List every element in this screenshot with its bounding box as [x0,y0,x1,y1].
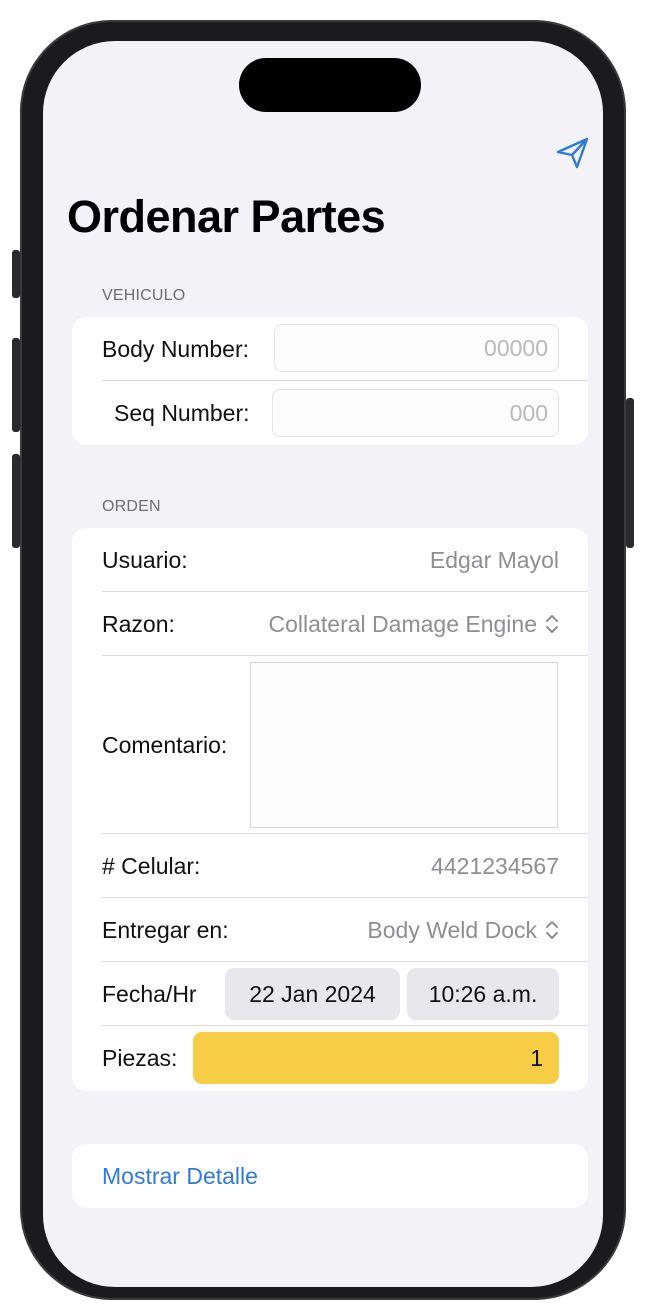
chevron-up-down-icon [546,615,558,633]
razon-picker[interactable]: Collateral Damage Engine [269,611,560,638]
vehiculo-card: Body Number: 00000 Seq Number: 000 [72,317,588,445]
body-number-row: Body Number: 00000 [72,317,588,381]
mostrar-detalle-button[interactable]: Mostrar Detalle [72,1144,588,1208]
body-number-placeholder: 00000 [484,334,548,361]
celular-value[interactable]: 4421234567 [431,853,559,880]
send-button[interactable] [552,133,594,173]
page-title: Ordenar Partes [67,191,386,242]
dynamic-island [239,58,421,112]
section-header-orden: ORDEN [102,498,161,515]
usuario-label: Usuario: [102,546,188,573]
usuario-value: Edgar Mayol [429,546,559,573]
piezas-value: 1 [530,1044,543,1071]
mostrar-detalle-label: Mostrar Detalle [102,1162,258,1189]
piezas-label: Piezas: [102,1044,178,1071]
comentario-textarea[interactable] [250,662,558,828]
seq-number-row: Seq Number: 000 [72,381,588,445]
comentario-row: Comentario: [72,656,588,834]
volume-down-button [12,454,20,548]
comentario-label: Comentario: [102,731,228,758]
entregar-row[interactable]: Entregar en: Body Weld Dock [72,898,588,962]
fecha-label: Fecha/Hr [102,980,197,1007]
razon-value: Collateral Damage Engine [268,610,538,637]
entregar-picker[interactable]: Body Weld Dock [367,917,559,944]
screen: Ordenar Partes VEHICULO Body Number: 000… [43,41,603,1287]
time-value: 10:26 a.m. [428,980,538,1007]
entregar-label: Entregar en: [102,916,229,943]
paperplane-icon [556,137,589,169]
action-button [12,250,20,298]
orden-card: Usuario: Edgar Mayol Razon: Collateral D… [72,528,588,1091]
date-value: 22 Jan 2024 [249,980,376,1007]
chevron-up-down-icon [546,921,558,939]
mostrar-detalle-card: Mostrar Detalle [72,1144,588,1208]
volume-up-button [12,338,20,432]
seq-number-placeholder: 000 [509,399,548,426]
celular-row: # Celular: 4421234567 [72,834,588,898]
entregar-value: Body Weld Dock [367,916,537,943]
body-number-label: Body Number: [102,335,250,362]
razon-label: Razon: [102,610,175,637]
piezas-input[interactable]: 1 [193,1032,559,1084]
time-picker-button[interactable]: 10:26 a.m. [407,968,559,1020]
celular-label: # Celular: [102,852,201,879]
body-number-input[interactable]: 00000 [274,324,559,372]
piezas-row: Piezas: 1 [72,1026,588,1090]
fecha-row: Fecha/Hr 22 Jan 2024 10:26 a.m. [72,962,588,1026]
seq-number-input[interactable]: 000 [272,389,559,437]
date-picker-button[interactable]: 22 Jan 2024 [225,968,400,1020]
section-header-vehiculo: VEHICULO [102,287,186,304]
seq-number-label: Seq Number: [114,399,250,426]
power-button [626,398,634,548]
usuario-row: Usuario: Edgar Mayol [72,528,588,592]
razon-row[interactable]: Razon: Collateral Damage Engine [72,592,588,656]
